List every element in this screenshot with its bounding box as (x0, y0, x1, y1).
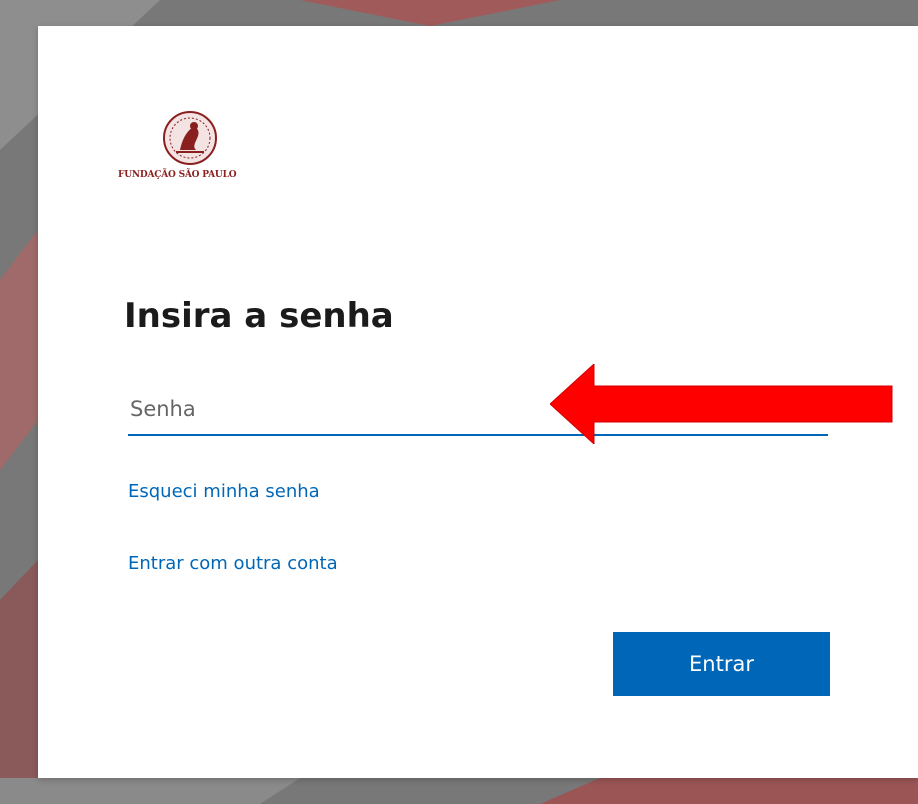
signin-card: FUNDAÇÃO SÃO PAULO Insira a senha Esquec… (38, 26, 918, 778)
other-account-link[interactable]: Entrar com outra conta (128, 553, 338, 574)
brand-logo: FUNDAÇÃO SÃO PAULO (118, 110, 268, 180)
submit-button[interactable]: Entrar (613, 632, 830, 696)
institution-seal-icon (163, 111, 217, 165)
brand-name: FUNDAÇÃO SÃO PAULO (118, 170, 237, 180)
password-input[interactable] (128, 384, 828, 436)
forgot-password-link[interactable]: Esqueci minha senha (128, 481, 320, 502)
page-title: Insira a senha (124, 296, 394, 336)
